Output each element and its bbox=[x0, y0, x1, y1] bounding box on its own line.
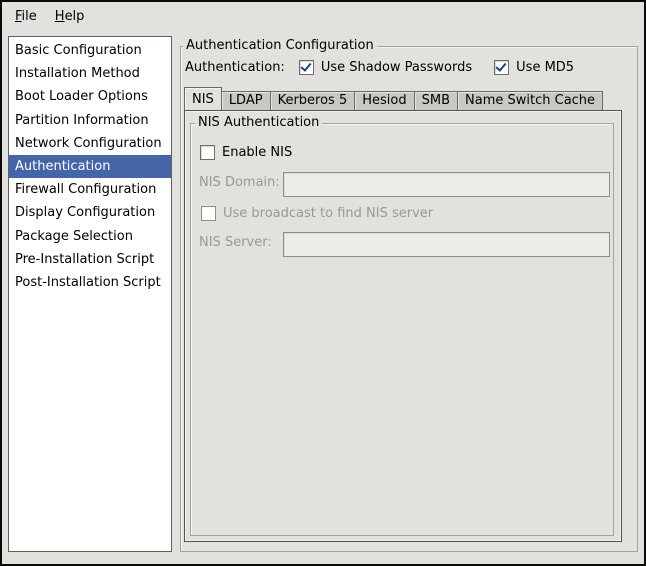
authentication-options-row: Authentication: Use Shadow Passwords Use… bbox=[185, 56, 596, 78]
use-shadow-passwords-label: Use Shadow Passwords bbox=[321, 60, 472, 75]
authentication-configuration-frame-title: Authentication Configuration bbox=[183, 38, 377, 54]
menu-help[interactable]: Help bbox=[46, 6, 94, 27]
sidebar-item-installation-method[interactable]: Installation Method bbox=[9, 62, 171, 85]
nis-domain-label: NIS Domain: bbox=[199, 175, 280, 190]
menu-help-mnemonic: H bbox=[55, 9, 65, 24]
tab-nis[interactable]: NIS bbox=[184, 87, 222, 110]
nis-authentication-frame: NIS Authentication Enable NIS NIS Domain… bbox=[190, 123, 614, 536]
tab-kerberos-5[interactable]: Kerberos 5 bbox=[270, 91, 356, 110]
tab-ldap[interactable]: LDAP bbox=[221, 91, 271, 110]
sidebar-item-package-selection[interactable]: Package Selection bbox=[9, 225, 171, 248]
use-broadcast-checkbox: Use broadcast to find NIS server bbox=[201, 206, 433, 221]
nis-domain-input bbox=[283, 172, 610, 197]
checkbox-checked-icon bbox=[299, 60, 314, 75]
sidebar-item-display-configuration[interactable]: Display Configuration bbox=[9, 201, 171, 224]
sidebar-item-firewall-configuration[interactable]: Firewall Configuration bbox=[9, 178, 171, 201]
checkbox-unchecked-icon bbox=[201, 206, 216, 221]
sidebar-item-partition-information[interactable]: Partition Information bbox=[9, 109, 171, 132]
use-md5-label: Use MD5 bbox=[516, 60, 574, 75]
tab-name-switch-cache[interactable]: Name Switch Cache bbox=[457, 91, 603, 110]
enable-nis-label: Enable NIS bbox=[222, 145, 292, 160]
sidebar-item-basic-configuration[interactable]: Basic Configuration bbox=[9, 39, 171, 62]
menu-file-rest: ile bbox=[22, 9, 37, 24]
checkbox-unchecked-icon bbox=[200, 145, 215, 160]
section-list: Basic Configuration Installation Method … bbox=[8, 36, 172, 552]
sidebar-item-authentication[interactable]: Authentication bbox=[9, 155, 171, 178]
nis-authentication-frame-title: NIS Authentication bbox=[195, 115, 322, 131]
enable-nis-checkbox[interactable]: Enable NIS bbox=[200, 145, 292, 160]
authentication-label: Authentication: bbox=[185, 60, 285, 75]
sidebar-item-boot-loader-options[interactable]: Boot Loader Options bbox=[9, 85, 171, 108]
auth-tabstrip: NIS LDAP Kerberos 5 Hesiod SMB Name Swit… bbox=[184, 88, 602, 110]
menubar: File Help bbox=[2, 2, 644, 30]
nis-server-label: NIS Server: bbox=[199, 235, 272, 250]
menu-help-rest: elp bbox=[65, 9, 85, 24]
sidebar-item-network-configuration[interactable]: Network Configuration bbox=[9, 132, 171, 155]
authentication-configuration-frame: Authentication Configuration Authenticat… bbox=[180, 46, 638, 552]
use-broadcast-label: Use broadcast to find NIS server bbox=[223, 206, 433, 221]
checkbox-checked-icon bbox=[494, 60, 509, 75]
tab-hesiod[interactable]: Hesiod bbox=[354, 91, 414, 110]
kickstart-configurator-window: File Help Basic Configuration Installati… bbox=[0, 0, 646, 566]
nis-server-input bbox=[283, 232, 610, 257]
use-md5-checkbox[interactable]: Use MD5 bbox=[494, 60, 574, 75]
use-shadow-passwords-checkbox[interactable]: Use Shadow Passwords bbox=[299, 60, 472, 75]
nis-tab-page: NIS Authentication Enable NIS NIS Domain… bbox=[184, 110, 622, 542]
menu-file[interactable]: File bbox=[6, 6, 46, 27]
sidebar-item-pre-installation-script[interactable]: Pre-Installation Script bbox=[9, 248, 171, 271]
sidebar-item-post-installation-script[interactable]: Post-Installation Script bbox=[9, 271, 171, 294]
tab-smb[interactable]: SMB bbox=[414, 91, 458, 110]
